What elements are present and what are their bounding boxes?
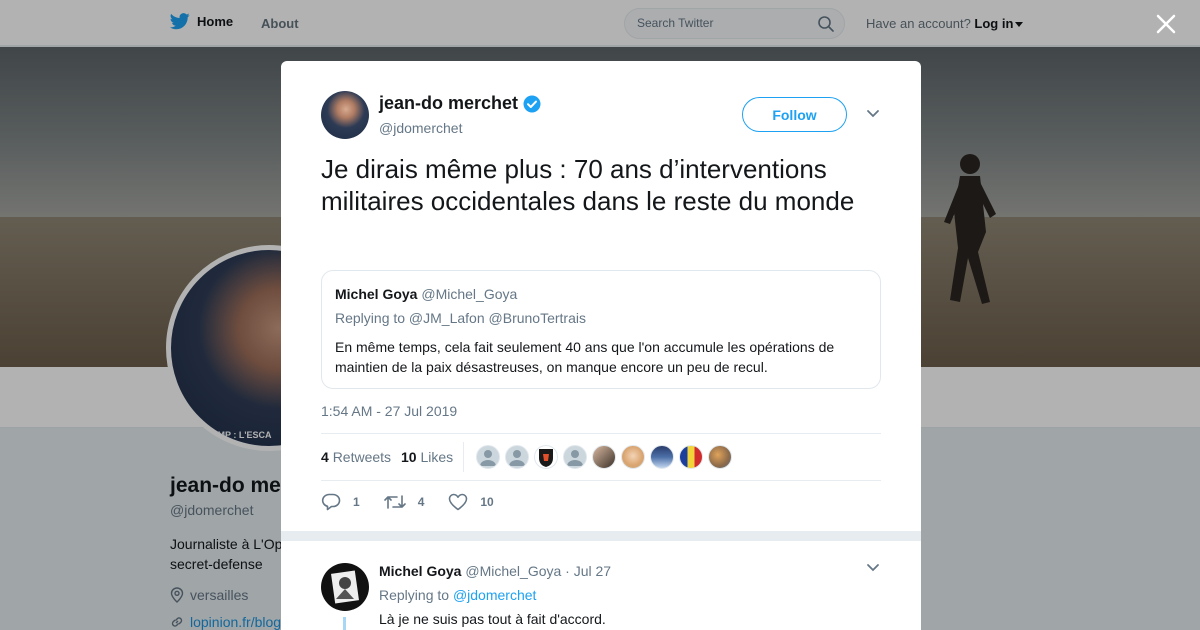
close-icon[interactable] <box>1154 12 1178 36</box>
tweet-timestamp[interactable]: 1:54 AM - 27 Jul 2019 <box>321 403 457 419</box>
stats-divider <box>463 442 464 472</box>
thread-connector-line <box>343 617 346 630</box>
likers-avatars <box>476 445 737 469</box>
reply-tweet-text: Là je ne suis pas tout à fait d'accord. <box>379 611 606 627</box>
reply-icon <box>321 493 341 511</box>
retweet-icon <box>383 495 406 509</box>
retweets-stat[interactable]: 4 Retweets <box>321 449 391 465</box>
reply-author-avatar[interactable] <box>321 563 369 611</box>
author-avatar[interactable] <box>321 91 369 139</box>
like-action[interactable]: 10 <box>448 493 494 511</box>
reply-author-meta[interactable]: @Michel_Goya · Jul 27 <box>465 563 611 579</box>
like-count: 10 <box>480 495 494 509</box>
quoted-replying-to: Replying to @JM_Lafon @BrunoTertrais <box>335 310 586 326</box>
quoted-tweet-header: Michel Goya @Michel_Goya <box>335 286 517 302</box>
reply-header: Michel Goya @Michel_Goya · Jul 27 <box>379 563 611 579</box>
liker-avatar[interactable] <box>476 445 500 469</box>
verified-badge-icon <box>523 95 541 112</box>
liker-avatar[interactable] <box>592 445 616 469</box>
retweet-action[interactable]: 4 <box>383 494 425 510</box>
replying-handle-link[interactable]: @jdomerchet <box>453 587 536 603</box>
retweets-count: 4 <box>321 449 329 465</box>
quoted-author-name: Michel Goya <box>335 286 418 302</box>
replying-prefix: Replying to <box>379 587 450 603</box>
liker-avatar[interactable] <box>563 445 587 469</box>
reply-tweet[interactable]: Michel Goya @Michel_Goya · Jul 27 Replyi… <box>281 531 921 630</box>
tweet-stats: 4 Retweets 10 Likes <box>321 433 881 481</box>
tweet-text: Je dirais même plus : 70 ans d’intervent… <box>321 154 855 216</box>
chevron-down-icon[interactable] <box>866 109 880 119</box>
reply-replying-to: Replying to @jdomerchet <box>379 587 536 603</box>
liker-avatar[interactable] <box>650 445 674 469</box>
likes-count: 10 <box>401 449 417 465</box>
liker-avatar[interactable] <box>505 445 529 469</box>
retweet-count: 4 <box>417 495 425 509</box>
liker-avatar[interactable] <box>621 445 645 469</box>
quoted-author-handle: @Michel_Goya <box>421 286 518 302</box>
follow-button[interactable]: Follow <box>742 97 847 132</box>
liker-avatar[interactable] <box>534 445 558 469</box>
chevron-down-icon[interactable] <box>866 563 880 573</box>
reply-author-name[interactable]: Michel Goya <box>379 563 461 579</box>
author-name[interactable]: jean-do merchet <box>379 93 541 114</box>
reply-action[interactable]: 1 <box>321 493 360 511</box>
liker-avatar[interactable] <box>679 445 703 469</box>
likes-stat[interactable]: 10 Likes <box>401 449 453 465</box>
likes-label: Likes <box>420 449 454 465</box>
liker-avatar[interactable] <box>708 445 732 469</box>
quoted-tweet[interactable]: Michel Goya @Michel_Goya Replying to @JM… <box>321 270 881 389</box>
author-handle[interactable]: @jdomerchet <box>379 120 462 136</box>
tweet-actions: 1 4 10 <box>321 492 518 512</box>
quoted-tweet-text: En même temps, cela fait seulement 40 an… <box>335 339 835 375</box>
reply-count: 1 <box>353 495 360 509</box>
author-name-text[interactable]: jean-do merchet <box>379 93 518 114</box>
heart-icon <box>449 493 468 511</box>
retweets-label: Retweets <box>332 449 392 465</box>
tweet-modal: jean-do merchet @jdomerchet Follow Je di… <box>281 61 921 630</box>
